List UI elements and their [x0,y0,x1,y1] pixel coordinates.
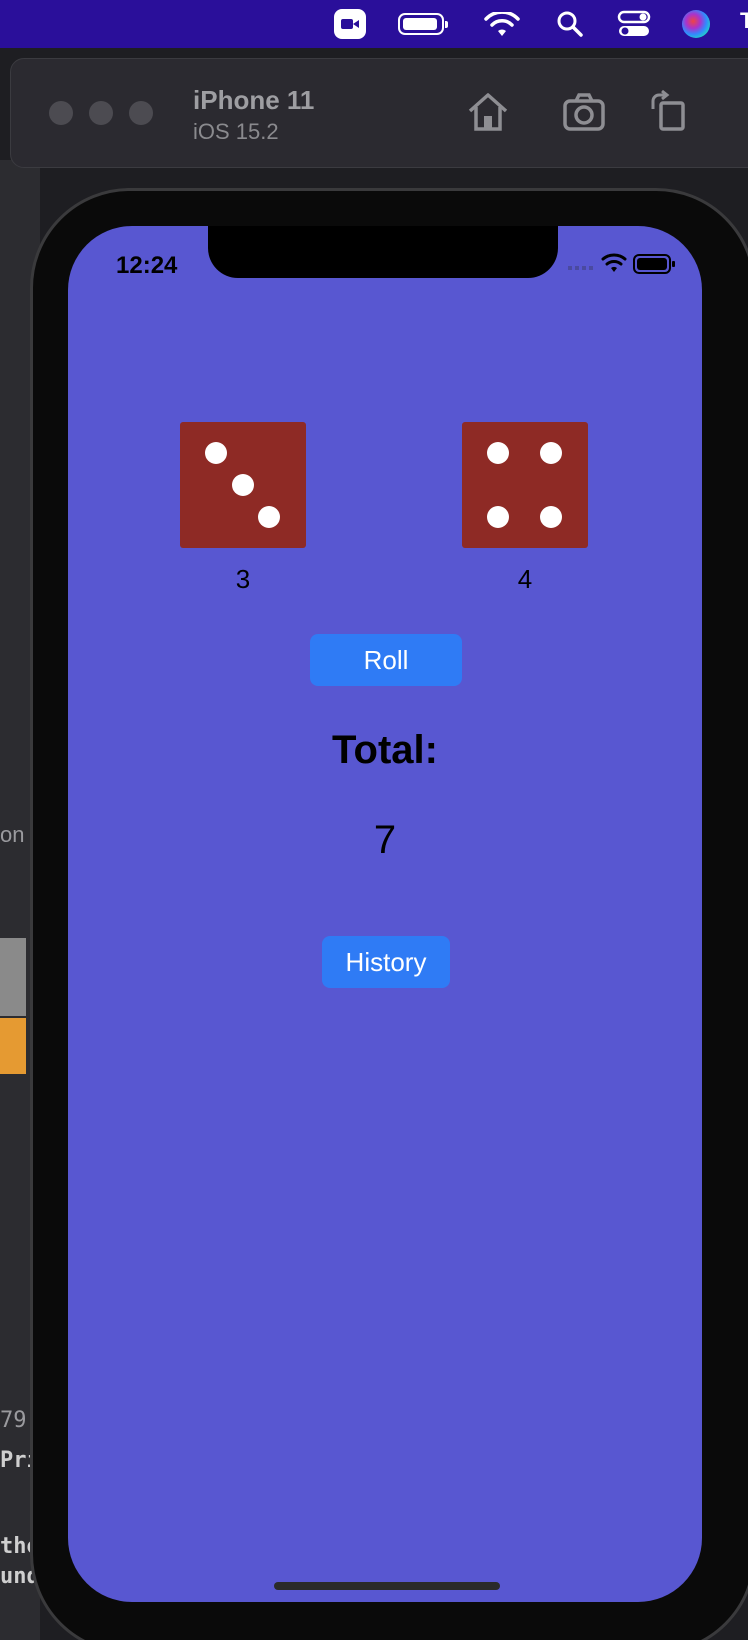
app-screen: 12:24 3 4 Roll Total: 7 History [68,226,702,1602]
die-left [180,422,306,548]
macos-menu-bar: T [0,0,748,48]
status-time: 12:24 [116,252,178,279]
simulator-toolbar: iPhone 11 iOS 15.2 [10,58,748,168]
die-left-value: 3 [235,564,251,594]
battery-status-icon [633,254,675,274]
rotate-icon[interactable] [647,89,693,135]
die-pip [540,506,562,528]
home-icon[interactable] [465,89,511,135]
die-right [462,422,588,548]
minimize-button[interactable] [89,101,113,125]
roll-button[interactable]: Roll [310,634,462,686]
die-pip [487,506,509,528]
die-pip [540,442,562,464]
home-indicator [274,1582,500,1590]
siri-icon[interactable] [682,10,710,38]
device-name: iPhone 11 [193,85,315,115]
history-button[interactable]: History [322,936,450,988]
status-indicators [568,253,675,274]
die-pip [258,506,280,528]
wifi-icon[interactable] [484,12,520,38]
menubar-overflow-text: T [740,8,748,33]
control-center-icon[interactable] [617,10,651,38]
cellular-signal-icon [568,266,593,270]
total-label: Total: [332,728,438,772]
die-pip [205,442,227,464]
total-value: 7 [373,818,397,862]
close-button[interactable] [49,101,73,125]
die-pip [232,474,254,496]
die-right-value: 4 [517,564,533,594]
wifi-status-icon [601,253,627,272]
xcode-fragment: 79 [0,1408,27,1433]
notch [208,226,558,278]
die-pip [487,442,509,464]
xcode-thumbnail [0,938,26,1016]
xcode-fragment: on [0,822,25,847]
os-version: iOS 15.2 [193,119,279,144]
search-icon[interactable] [556,10,584,38]
battery-icon[interactable] [398,13,448,35]
xcode-thumbnail [0,1018,26,1074]
screenshot-icon[interactable] [561,89,607,135]
zoom-video-icon[interactable] [334,9,366,39]
zoom-button[interactable] [129,101,153,125]
